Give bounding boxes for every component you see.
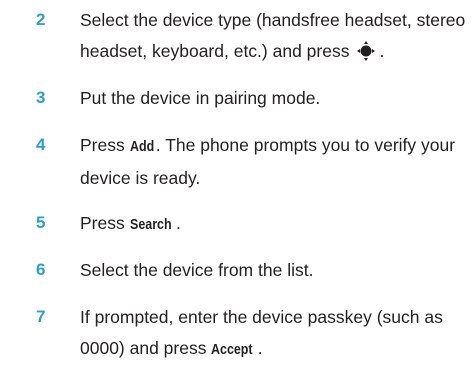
step-number: 5: [36, 213, 45, 233]
key-label-search: Search: [130, 210, 172, 241]
step-text: Press Search.: [80, 208, 472, 241]
step-number: 3: [36, 88, 45, 108]
step-text-line: Put the device in pairing mode.: [80, 83, 472, 114]
nav-key-icon: [353, 41, 379, 61]
step-text: If prompted, enter the device passkey (s…: [80, 302, 472, 365]
step-number: 6: [36, 260, 45, 280]
step-text-line: Press Search.: [80, 208, 472, 241]
step-text-line: Select the device from the list.: [80, 255, 472, 286]
step-number: 2: [36, 10, 45, 30]
step-text-fragment: Press: [80, 135, 125, 155]
step-text-fragment: 0000) and press: [80, 338, 206, 358]
instruction-steps: 2 Select the device type (handsfree head…: [0, 0, 473, 353]
step-number: 4: [36, 135, 45, 155]
step-text-line: Select the device type (handsfree headse…: [80, 5, 472, 36]
step-text-line: 0000) and press Accept.: [80, 333, 472, 365]
step-text-line: device is ready.: [80, 163, 472, 194]
step-text: Put the device in pairing mode.: [80, 83, 472, 114]
key-label-accept: Accept: [211, 335, 253, 365]
step-text-fragment: .: [258, 338, 263, 358]
step-text-fragment: . The phone prompts you to verify your: [156, 135, 455, 155]
step-text-line: headset, keyboard, etc.) and press.: [80, 36, 472, 67]
key-label-add: Add: [130, 132, 154, 163]
step-text-fragment: .: [379, 41, 384, 61]
step-text: Select the device type (handsfree headse…: [80, 5, 472, 66]
step-text: Select the device from the list.: [80, 255, 472, 286]
step-text-fragment: headset, keyboard, etc.) and press: [80, 41, 349, 61]
step-text: Press Add. The phone prompts you to veri…: [80, 130, 472, 193]
step-text-fragment: Press: [80, 213, 125, 233]
step-number: 7: [36, 307, 45, 327]
step-text-fragment: .: [176, 213, 181, 233]
step-text-line: If prompted, enter the device passkey (s…: [80, 302, 472, 333]
step-text-line: Press Add. The phone prompts you to veri…: [80, 130, 472, 163]
